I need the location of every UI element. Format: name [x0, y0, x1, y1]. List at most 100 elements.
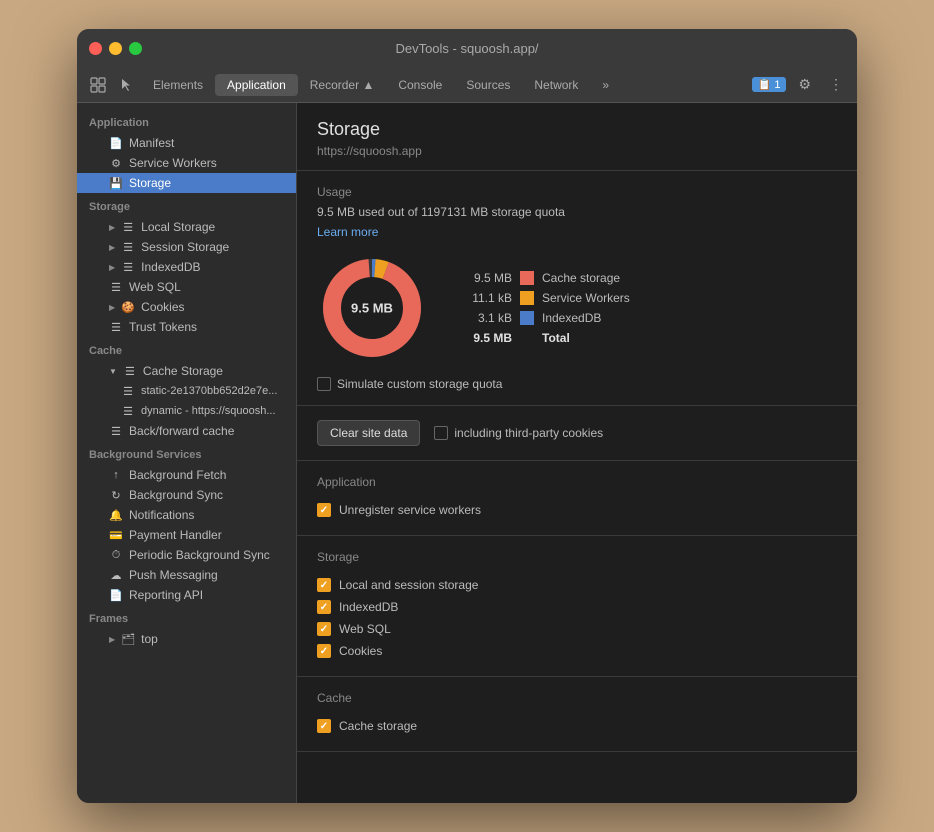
cache-item-icon: ☰ — [121, 384, 135, 398]
legend-value-total: 9.5 MB — [457, 331, 512, 345]
bg-sync-icon: ↻ — [109, 488, 123, 502]
cache-storage-icon: ☰ — [123, 364, 137, 378]
legend-value: 11.1 kB — [457, 291, 512, 305]
window-title: DevTools - squoosh.app/ — [395, 41, 538, 56]
sidebar-item-payment-handler[interactable]: 💳 Payment Handler — [77, 525, 296, 545]
storage-active-icon: 💾 — [109, 176, 123, 190]
cache-storage-check-item: Cache storage — [317, 715, 837, 737]
tab-elements[interactable]: Elements — [141, 74, 215, 96]
simulate-checkbox-label[interactable]: Simulate custom storage quota — [317, 377, 502, 391]
indexeddb-checkbox[interactable] — [317, 600, 331, 614]
toolbar-right: 📋 1 ⚙ ⋮ — [752, 72, 849, 97]
legend-dot-sw — [520, 291, 534, 305]
expand-icon: ▶ — [109, 223, 115, 232]
close-button[interactable] — [89, 42, 102, 55]
legend-item-idb: 3.1 kB IndexedDB — [457, 311, 630, 325]
sidebar-item-cache-storage[interactable]: ▼ ☰ Cache Storage — [77, 361, 296, 381]
sidebar-item-indexeddb[interactable]: ▶ ☰ IndexedDB — [77, 257, 296, 277]
donut-chart: 9.5 MB — [317, 253, 427, 363]
legend-value: 9.5 MB — [457, 271, 512, 285]
sidebar-item-cache-item1[interactable]: ☰ static-2e1370bb652d2e7e... — [77, 381, 296, 401]
tab-recorder[interactable]: Recorder ▲ — [298, 74, 387, 96]
sidebar-item-push-messaging[interactable]: ☁ Push Messaging — [77, 565, 296, 585]
sidebar-item-session-storage[interactable]: ▶ ☰ Session Storage — [77, 237, 296, 257]
third-party-cookies-label[interactable]: including third-party cookies — [434, 426, 603, 440]
sidebar-item-bg-fetch[interactable]: ↑ Background Fetch — [77, 465, 296, 485]
sidebar-item-back-forward[interactable]: ☰ Back/forward cache — [77, 421, 296, 441]
periodic-bg-sync-icon: ⏱ — [109, 548, 123, 562]
titlebar: DevTools - squoosh.app/ — [77, 29, 857, 67]
legend-name: Cache storage — [542, 271, 620, 285]
sidebar-item-reporting-api[interactable]: 📄 Reporting API — [77, 585, 296, 605]
sidebar-item-manifest[interactable]: 📄 Manifest — [77, 133, 296, 153]
minimize-button[interactable] — [109, 42, 122, 55]
notification-badge[interactable]: 📋 1 — [752, 77, 787, 92]
third-party-checkbox[interactable] — [434, 426, 448, 440]
sidebar-section-storage: Storage — [77, 193, 296, 217]
legend-name: Service Workers — [542, 291, 630, 305]
sidebar-section-cache: Cache — [77, 337, 296, 361]
sidebar-item-trust-tokens[interactable]: ☰ Trust Tokens — [77, 317, 296, 337]
sidebar-section-application: Application — [77, 109, 296, 133]
legend-name: IndexedDB — [542, 311, 601, 325]
manifest-icon: 📄 — [109, 136, 123, 150]
devtools-icon[interactable] — [85, 72, 111, 98]
service-workers-icon: ⚙ — [109, 156, 123, 170]
cache-storage-checkbox[interactable] — [317, 719, 331, 733]
learn-more-link[interactable]: Learn more — [317, 225, 378, 239]
storage-subsection: Storage Local and session storage Indexe… — [297, 536, 857, 677]
tab-console[interactable]: Console — [386, 74, 454, 96]
devtools-window: DevTools - squoosh.app/ Elements Applica… — [77, 29, 857, 803]
sidebar-item-frames-top[interactable]: ▶ 🗂 top — [77, 629, 296, 649]
push-messaging-icon: ☁ — [109, 568, 123, 582]
sidebar-item-cookies[interactable]: ▶ 🍪 Cookies — [77, 297, 296, 317]
sidebar-item-bg-sync[interactable]: ↻ Background Sync — [77, 485, 296, 505]
settings-button[interactable]: ⚙ — [792, 72, 817, 97]
frame-icon: 🗂 — [121, 632, 135, 646]
legend-item-cache: 9.5 MB Cache storage — [457, 271, 630, 285]
sidebar-item-web-sql[interactable]: ☰ Web SQL — [77, 277, 296, 297]
clear-site-data-button[interactable]: Clear site data — [317, 420, 420, 446]
tab-network[interactable]: Network — [522, 74, 590, 96]
sidebar-item-service-workers[interactable]: ⚙ Service Workers — [77, 153, 296, 173]
unregister-checkbox[interactable] — [317, 503, 331, 517]
sidebar-item-storage-active[interactable]: 💾 Storage — [77, 173, 296, 193]
pointer-icon[interactable] — [113, 72, 139, 98]
legend-item-total: 9.5 MB Total — [457, 331, 630, 345]
traffic-lights — [89, 42, 142, 55]
legend-dot-cache — [520, 271, 534, 285]
payment-handler-icon: 💳 — [109, 528, 123, 542]
indexeddb-icon: ☰ — [121, 260, 135, 274]
web-sql-checkbox[interactable] — [317, 622, 331, 636]
simulate-checkbox[interactable] — [317, 377, 331, 391]
bg-fetch-icon: ↑ — [109, 468, 123, 482]
cookies-checkbox[interactable] — [317, 644, 331, 658]
sidebar-section-frames: Frames — [77, 605, 296, 629]
more-button[interactable]: ⋮ — [823, 72, 849, 97]
toolbar: Elements Application Recorder ▲ Console … — [77, 67, 857, 103]
trust-tokens-icon: ☰ — [109, 320, 123, 334]
tab-sources[interactable]: Sources — [454, 74, 522, 96]
legend-dot-total — [520, 331, 534, 345]
content-panel: Storage https://squoosh.app Usage 9.5 MB… — [297, 103, 857, 803]
usage-section-title: Usage — [317, 185, 837, 199]
tab-application[interactable]: Application — [215, 74, 298, 96]
sidebar-item-periodic-bg-sync[interactable]: ⏱ Periodic Background Sync — [77, 545, 296, 565]
cookies-check-item: Cookies — [317, 640, 837, 662]
app-subsection: Application Unregister service workers — [297, 461, 857, 536]
sidebar-item-notifications[interactable]: 🔔 Notifications — [77, 505, 296, 525]
local-session-check-item: Local and session storage — [317, 574, 837, 596]
tab-more[interactable]: » — [590, 74, 621, 96]
chart-legend: 9.5 MB Cache storage 11.1 kB Service Wor… — [457, 271, 630, 345]
page-title: Storage — [317, 119, 837, 140]
fullscreen-button[interactable] — [129, 42, 142, 55]
sidebar-item-cache-item2[interactable]: ☰ dynamic - https://squoosh... — [77, 401, 296, 421]
sidebar-item-local-storage[interactable]: ▶ ☰ Local Storage — [77, 217, 296, 237]
sidebar-section-bg-services: Background Services — [77, 441, 296, 465]
page-url: https://squoosh.app — [317, 144, 837, 158]
toolbar-tabs: Elements Application Recorder ▲ Console … — [141, 74, 750, 96]
chart-row: 9.5 MB 9.5 MB Cache storage 11.1 kB Serv… — [317, 253, 837, 363]
expand-icon: ▶ — [109, 243, 115, 252]
local-session-checkbox[interactable] — [317, 578, 331, 592]
cookies-icon: 🍪 — [121, 300, 135, 314]
